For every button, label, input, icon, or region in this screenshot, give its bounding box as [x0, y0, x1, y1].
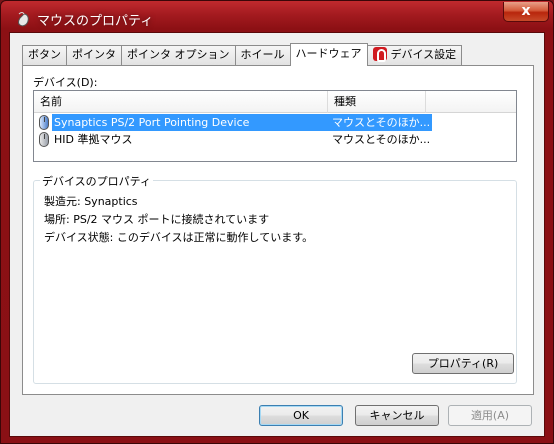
tab-device-settings[interactable]: デバイス設定	[367, 45, 463, 65]
list-item[interactable]: HID 準拠マウス マウスとそのほか...	[34, 131, 434, 148]
tab-device-settings-label: デバイス設定	[390, 48, 457, 61]
cancel-button[interactable]: キャンセル	[355, 405, 439, 426]
tab-hardware[interactable]: ハードウェア	[289, 43, 368, 66]
properties-button[interactable]: プロパティ(R)	[412, 353, 514, 374]
close-button[interactable]: x	[503, 2, 549, 22]
column-header-type[interactable]: 種類	[328, 91, 426, 113]
column-header-name[interactable]: 名前	[34, 91, 328, 113]
device-name: HID 準拠マウス	[54, 133, 133, 146]
mouse-icon	[18, 12, 29, 27]
device-type: マウスとそのほか...	[332, 116, 431, 129]
devices-label: デバイス(D):	[33, 76, 98, 89]
hardware-panel: デバイス(D): 名前 種類 Synaptics PS/2 Port Point…	[22, 65, 534, 395]
devices-list[interactable]: 名前 種類 Synaptics PS/2 Port Pointing Devic…	[33, 90, 517, 162]
list-header: 名前 種類	[34, 91, 516, 113]
manufacturer-text: 製造元: Synaptics	[44, 195, 138, 208]
device-name: Synaptics PS/2 Port Pointing Device	[54, 116, 250, 129]
tab-strip: ボタン ポインタ ポインタ オプション ホイール ハードウェア デバイス設定	[22, 43, 463, 66]
list-item[interactable]: Synaptics PS/2 Port Pointing Device マウスと…	[34, 114, 434, 131]
tab-buttons[interactable]: ボタン	[22, 45, 66, 65]
tab-pointers[interactable]: ポインタ	[66, 45, 121, 65]
device-properties-title: デバイスのプロパティ	[40, 173, 154, 189]
apply-button[interactable]: 適用(A)	[448, 405, 532, 426]
mouse-device-icon	[39, 132, 49, 147]
location-text: 場所: PS/2 マウス ポートに接続されています	[44, 213, 270, 226]
mouse-device-icon	[39, 115, 49, 130]
synaptics-icon	[372, 47, 387, 62]
window-title: マウスのプロパティ	[37, 14, 154, 29]
tab-wheel[interactable]: ホイール	[234, 45, 290, 65]
ok-button[interactable]: OK	[259, 405, 343, 426]
device-status-text: デバイス状態: このデバイスは正常に動作しています。	[44, 231, 314, 244]
dialog-client-area: ボタン ポインタ ポインタ オプション ホイール ハードウェア デバイス設定 デ…	[9, 32, 545, 437]
mouse-properties-window: マウスのプロパティ x ボタン ポインタ ポインタ オプション ホイール ハード…	[0, 0, 554, 444]
tab-pointer-options[interactable]: ポインタ オプション	[121, 45, 235, 65]
device-properties-group: デバイスのプロパティ 製造元: Synaptics 場所: PS/2 マウス ポ…	[33, 173, 517, 384]
device-type: マウスとそのほか...	[332, 133, 431, 146]
